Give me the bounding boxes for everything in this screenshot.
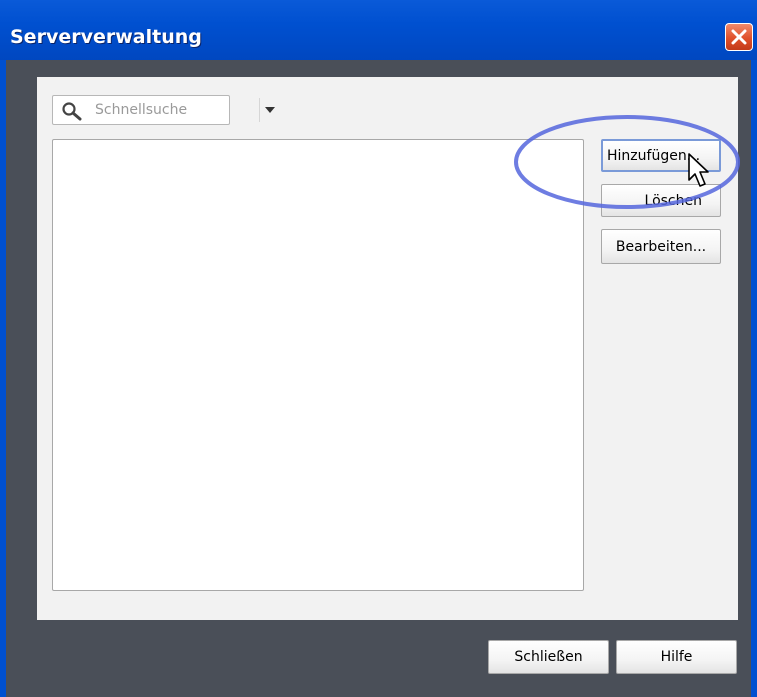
server-management-window: Serververwaltung Schnellsuche Hinzufügen… — [0, 0, 757, 697]
help-button[interactable]: Hilfe — [616, 640, 737, 674]
close-icon — [731, 29, 747, 45]
window-title: Serververwaltung — [10, 26, 202, 48]
delete-server-button[interactable]: Löschen — [601, 184, 721, 217]
edit-server-button[interactable]: Bearbeiten... — [601, 229, 721, 264]
close-window-button[interactable] — [725, 23, 753, 51]
close-button[interactable]: Schließen — [488, 640, 609, 674]
chevron-down-icon — [265, 107, 275, 113]
quick-search-input[interactable]: Schnellsuche — [52, 95, 275, 125]
server-list[interactable] — [52, 139, 584, 591]
window-frame-right — [751, 60, 757, 697]
add-server-button[interactable]: Hinzufügen... — [601, 139, 721, 172]
search-icon — [62, 102, 82, 121]
title-bar[interactable]: Serververwaltung — [0, 0, 757, 60]
window-frame-left — [0, 60, 6, 697]
search-dropdown-button[interactable] — [259, 98, 279, 122]
search-placeholder: Schnellsuche — [95, 102, 188, 118]
